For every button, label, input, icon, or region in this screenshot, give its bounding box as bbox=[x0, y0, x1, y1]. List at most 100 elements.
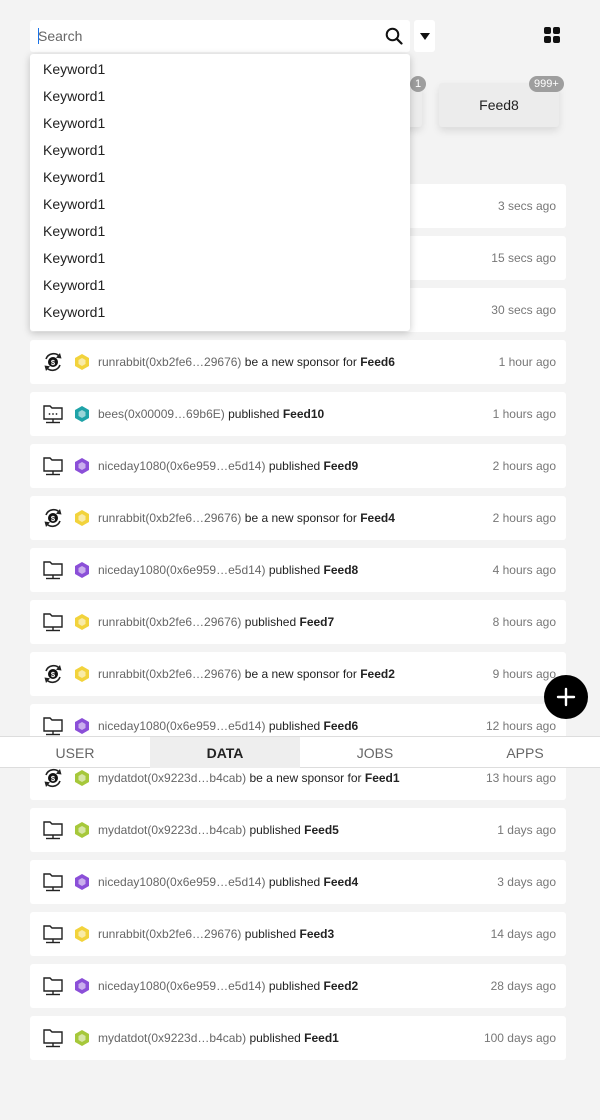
user-avatar-icon[interactable] bbox=[73, 457, 91, 475]
activity-action: published bbox=[244, 615, 297, 629]
activity-target[interactable]: Feed1 bbox=[304, 1031, 339, 1045]
activity-row[interactable]: runrabbit(0xb2fe6…29676) published Feed7… bbox=[30, 600, 566, 644]
user-avatar-icon[interactable] bbox=[73, 613, 91, 631]
user-avatar-icon[interactable] bbox=[73, 509, 91, 527]
activity-target[interactable]: Feed2 bbox=[324, 979, 359, 993]
activity-time: 100 days ago bbox=[483, 1031, 556, 1045]
grid-view-button[interactable] bbox=[541, 24, 563, 46]
suggestion-item[interactable]: Keyword1 bbox=[30, 245, 410, 272]
activity-user[interactable]: niceday1080(0x6e959…e5d14) bbox=[98, 459, 265, 473]
user-avatar-icon[interactable] bbox=[73, 1029, 91, 1047]
activity-target[interactable]: Feed7 bbox=[300, 615, 335, 629]
activity-target[interactable]: Feed9 bbox=[324, 459, 359, 473]
user-avatar-icon[interactable] bbox=[73, 873, 91, 891]
tab-jobs[interactable]: JOBS bbox=[300, 737, 450, 768]
activity-user[interactable]: niceday1080(0x6e959…e5d14) bbox=[98, 563, 265, 577]
activity-row[interactable]: mydatdot(0x9223d…b4cab) published Feed5 1… bbox=[30, 808, 566, 852]
tab-data[interactable]: DATA bbox=[150, 737, 300, 768]
activity-row[interactable]: $ runrabbit(0xb2fe6…29676) be a new spons… bbox=[30, 340, 566, 384]
search-input[interactable] bbox=[30, 20, 378, 52]
activity-user[interactable]: niceday1080(0x6e959…e5d14) bbox=[98, 875, 265, 889]
suggestion-item[interactable]: Keyword1 bbox=[30, 56, 410, 83]
activity-row[interactable]: runrabbit(0xb2fe6…29676) published Feed3… bbox=[30, 912, 566, 956]
activity-user[interactable]: runrabbit(0xb2fe6…29676) bbox=[98, 615, 241, 629]
feed-count-badge: 999+ bbox=[529, 76, 564, 92]
activity-target[interactable]: Feed2 bbox=[360, 667, 395, 681]
caret-down-icon bbox=[419, 32, 430, 40]
activity-user[interactable]: runrabbit(0xb2fe6…29676) bbox=[98, 927, 241, 941]
user-avatar-icon[interactable] bbox=[73, 353, 91, 371]
activity-row[interactable]: niceday1080(0x6e959…e5d14) published Fee… bbox=[30, 444, 566, 488]
activity-action: published bbox=[249, 1031, 301, 1045]
suggestion-item[interactable]: Keyword1 bbox=[30, 137, 410, 164]
user-avatar-icon[interactable] bbox=[73, 665, 91, 683]
user-avatar-icon[interactable] bbox=[73, 561, 91, 579]
activity-row[interactable]: mydatdot(0x9223d…b4cab) published Feed1 1… bbox=[30, 1016, 566, 1060]
activity-row[interactable]: niceday1080(0x6e959…e5d14) published Fee… bbox=[30, 860, 566, 904]
activity-text: niceday1080(0x6e959…e5d14) published Fee… bbox=[98, 719, 486, 733]
activity-row[interactable]: bees(0x00009…69b6E) published Feed10 1 ho… bbox=[30, 392, 566, 436]
activity-text: niceday1080(0x6e959…e5d14) published Fee… bbox=[98, 979, 491, 993]
activity-text: mydatdot(0x9223d…b4cab) published Feed1 bbox=[98, 1031, 484, 1045]
publish-icon bbox=[42, 923, 64, 945]
activity-user[interactable]: runrabbit(0xb2fe6…29676) bbox=[98, 511, 241, 525]
suggestion-item[interactable]: Keyword1 bbox=[30, 299, 410, 326]
activity-time: 13 hours ago bbox=[485, 771, 556, 785]
activity-action: be a new sponsor for bbox=[244, 667, 357, 681]
search-filter-dropdown[interactable] bbox=[414, 20, 435, 52]
activity-user[interactable]: mydatdot(0x9223d…b4cab) bbox=[98, 1031, 246, 1045]
activity-target[interactable]: Feed4 bbox=[324, 875, 359, 889]
activity-target[interactable]: Feed8 bbox=[324, 563, 359, 577]
suggestion-item[interactable]: Keyword1 bbox=[30, 272, 410, 299]
activity-action: published bbox=[268, 459, 321, 473]
user-avatar-icon[interactable] bbox=[73, 717, 91, 735]
suggestion-item[interactable]: Keyword1 bbox=[30, 191, 410, 218]
activity-time: 3 days ago bbox=[497, 875, 556, 889]
activity-action: be a new sponsor for bbox=[244, 511, 357, 525]
activity-target[interactable]: Feed5 bbox=[304, 823, 339, 837]
activity-user[interactable]: runrabbit(0xb2fe6…29676) bbox=[98, 355, 241, 369]
activity-target[interactable]: Feed6 bbox=[324, 719, 359, 733]
activity-user[interactable]: runrabbit(0xb2fe6…29676) bbox=[98, 667, 241, 681]
activity-action: be a new sponsor for bbox=[249, 771, 362, 785]
activity-time: 1 days ago bbox=[497, 823, 556, 837]
activity-time: 8 hours ago bbox=[492, 615, 556, 629]
activity-row[interactable]: $ runrabbit(0xb2fe6…29676) be a new spons… bbox=[30, 652, 566, 696]
publish-icon bbox=[42, 403, 64, 425]
activity-target[interactable]: Feed10 bbox=[283, 407, 324, 421]
activity-row[interactable]: niceday1080(0x6e959…e5d14) published Fee… bbox=[30, 964, 566, 1008]
activity-target[interactable]: Feed3 bbox=[300, 927, 335, 941]
activity-text: runrabbit(0xb2fe6…29676) published Feed3 bbox=[98, 927, 491, 941]
tab-apps[interactable]: APPS bbox=[450, 737, 600, 768]
activity-time: 1 hours ago bbox=[492, 407, 556, 421]
add-button[interactable] bbox=[544, 675, 588, 719]
activity-row[interactable]: $ runrabbit(0xb2fe6…29676) be a new spons… bbox=[30, 496, 566, 540]
activity-user[interactable]: niceday1080(0x6e959…e5d14) bbox=[98, 719, 265, 733]
activity-user[interactable]: niceday1080(0x6e959…e5d14) bbox=[98, 979, 265, 993]
activity-target[interactable]: Feed6 bbox=[360, 355, 395, 369]
activity-target[interactable]: Feed4 bbox=[360, 511, 395, 525]
user-avatar-icon[interactable] bbox=[73, 405, 91, 423]
activity-text: mydatdot(0x9223d…b4cab) published Feed5 bbox=[98, 823, 497, 837]
tab-user[interactable]: USER bbox=[0, 737, 150, 768]
suggestion-item[interactable]: Keyword1 bbox=[30, 110, 410, 137]
activity-target[interactable]: Feed1 bbox=[365, 771, 400, 785]
activity-user[interactable]: mydatdot(0x9223d…b4cab) bbox=[98, 771, 246, 785]
user-avatar-icon[interactable] bbox=[73, 977, 91, 995]
activity-user[interactable]: mydatdot(0x9223d…b4cab) bbox=[98, 823, 246, 837]
suggestion-item[interactable]: Keyword1 bbox=[30, 164, 410, 191]
user-avatar-icon[interactable] bbox=[73, 925, 91, 943]
suggestion-item[interactable]: Keyword1 bbox=[30, 218, 410, 245]
activity-time: 9 hours ago bbox=[492, 667, 556, 681]
user-avatar-icon[interactable] bbox=[73, 769, 91, 787]
publish-icon bbox=[42, 455, 64, 477]
activity-time: 2 hours ago bbox=[492, 511, 556, 525]
suggestion-item[interactable]: Keyword1 bbox=[30, 83, 410, 110]
activity-user[interactable]: bees(0x00009…69b6E) bbox=[98, 407, 225, 421]
user-avatar-icon[interactable] bbox=[73, 821, 91, 839]
activity-text: runrabbit(0xb2fe6…29676) be a new sponso… bbox=[98, 355, 499, 369]
activity-action: published bbox=[268, 875, 321, 889]
activity-text: runrabbit(0xb2fe6…29676) be a new sponso… bbox=[98, 667, 493, 681]
search-button[interactable] bbox=[378, 20, 410, 52]
activity-row[interactable]: niceday1080(0x6e959…e5d14) published Fee… bbox=[30, 548, 566, 592]
